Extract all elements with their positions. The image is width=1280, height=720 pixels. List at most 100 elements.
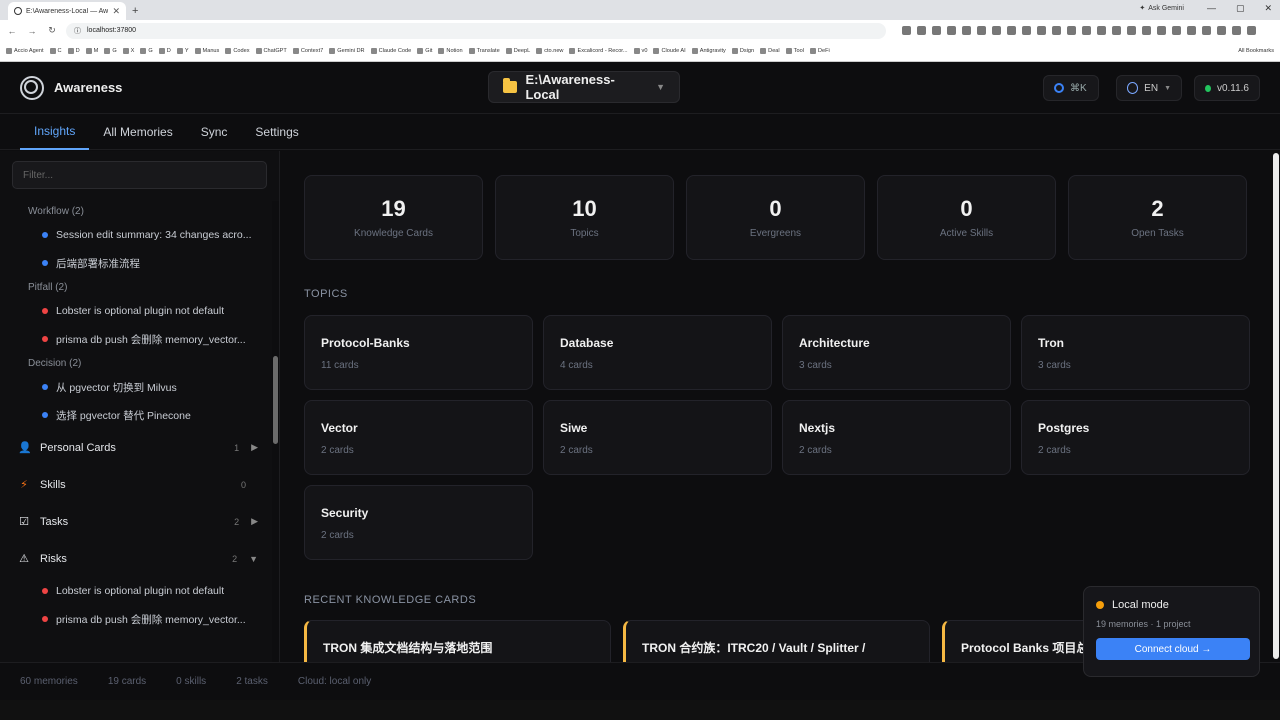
bookmark-item[interactable]: v0 [633,48,647,54]
bookmark-item[interactable]: Notion [438,48,463,54]
topic-card[interactable]: Nextjs 2 cards [782,400,1011,475]
bookmark-item[interactable]: Deal [760,48,780,54]
bookmark-item[interactable]: G [104,48,117,54]
group-label[interactable]: Workflow (2) [0,201,272,221]
sidebar-section-tasks[interactable]: ☑ Tasks 2 ▶ [0,503,272,540]
list-item[interactable]: Lobster is optional plugin not default [0,297,272,325]
site-info-icon[interactable]: ⓘ [74,26,81,36]
close-window-icon[interactable]: ✕ [1264,3,1272,14]
bookmark-item[interactable]: Manus [194,48,219,54]
search-button[interactable]: ⌘K [1043,75,1099,101]
bookmark-item[interactable]: Excalicord - Recor... [569,48,628,54]
bookmark-item[interactable]: Translate [468,48,500,54]
chevron-right-icon[interactable]: ▶ [251,516,258,527]
chevron-down-icon[interactable]: ▼ [249,554,258,564]
forward-icon[interactable]: → [26,26,38,36]
knowledge-card[interactable]: TRON 合约族：ITRC20 / Vault / Splitter / [623,620,930,662]
bookmark-item[interactable]: DeFi [809,48,830,54]
extension-icon[interactable] [902,26,911,35]
sidebar-section-risks[interactable]: ⚠ Risks 2 ▼ [0,540,272,577]
group-label[interactable]: Decision (2) [0,353,272,373]
topic-card[interactable]: Database 4 cards [543,315,772,390]
bookmark-item[interactable]: Codex [225,48,250,54]
extension-icon[interactable] [1022,26,1031,35]
all-bookmarks-button[interactable]: All Bookmarks [1238,48,1274,54]
bookmark-item[interactable]: Dsign [731,48,754,54]
topic-card[interactable]: Siwe 2 cards [543,400,772,475]
extension-icon[interactable] [1187,26,1196,35]
bookmark-item[interactable]: Gemini DR [329,48,365,54]
extension-icon[interactable] [992,26,1001,35]
extension-icon[interactable] [1202,26,1211,35]
bookmark-item[interactable]: Claude Code [370,48,411,54]
close-tab-icon[interactable]: ✕ [112,6,120,17]
stat-card[interactable]: 0 Evergreens [686,175,865,260]
sidebar-section-skills[interactable]: ⚡ Skills 0 [0,466,272,503]
topic-card[interactable]: Vector 2 cards [304,400,533,475]
list-item[interactable]: prisma db push 会删除 memory_vector... [0,325,272,353]
back-icon[interactable]: ← [6,26,18,36]
new-tab-button[interactable]: + [132,5,138,17]
bookmark-item[interactable]: Context7 [292,48,323,54]
reload-icon[interactable]: ↻ [46,25,58,36]
extension-icon[interactable] [1172,26,1181,35]
connect-cloud-button[interactable]: Connect cloud → [1096,638,1250,660]
extension-icon[interactable] [1082,26,1091,35]
project-folder-selector[interactable]: E:\Awareness-Local ▼ [488,71,680,103]
filter-input[interactable] [12,161,267,189]
maximize-icon[interactable]: ▢ [1236,3,1245,14]
list-item[interactable]: 从 pgvector 切换到 Milvus [0,373,272,401]
chevron-right-icon[interactable]: ▶ [251,442,258,453]
topic-card[interactable]: Security 2 cards [304,485,533,560]
extension-icon[interactable] [917,26,926,35]
topic-card[interactable]: Postgres 2 cards [1021,400,1250,475]
version-badge[interactable]: v0.11.6 [1194,75,1260,101]
list-item[interactable]: 选择 pgvector 替代 Pinecone [0,401,272,429]
extension-icon[interactable] [1232,26,1241,35]
browser-tab[interactable]: E:\Awareness-Local — Aware ✕ [8,2,126,20]
stat-card[interactable]: 0 Active Skills [877,175,1056,260]
main-scrollbar[interactable] [1272,151,1280,662]
bookmark-item[interactable]: C [49,48,62,54]
extension-icon[interactable] [1217,26,1226,35]
stat-card[interactable]: 2 Open Tasks [1068,175,1247,260]
bookmark-item[interactable]: Accio Agent [6,48,44,54]
bookmark-item[interactable]: cto.new [536,48,563,54]
extension-icon[interactable] [1112,26,1121,35]
sidebar-scroll-thumb[interactable] [273,356,278,444]
extension-icon[interactable] [1007,26,1016,35]
language-selector[interactable]: EN ▼ [1116,75,1182,101]
bookmark-item[interactable]: D [158,48,171,54]
tab-sync[interactable]: Sync [187,114,242,150]
extension-icon[interactable] [1097,26,1106,35]
bookmark-item[interactable]: M [85,48,98,54]
bookmark-item[interactable]: Cloude AI [653,48,686,54]
list-item[interactable]: prisma db push 会删除 memory_vector... [0,605,272,633]
knowledge-card[interactable]: TRON 集成文档结构与落地范围 [304,620,611,662]
extension-icon[interactable] [1037,26,1046,35]
extension-icon[interactable] [1067,26,1076,35]
topic-card[interactable]: Architecture 3 cards [782,315,1011,390]
extension-icon[interactable] [1127,26,1136,35]
minimize-icon[interactable]: — [1207,3,1216,14]
tab-all-memories[interactable]: All Memories [89,114,186,150]
extension-icon[interactable] [1247,26,1256,35]
extension-icon[interactable] [932,26,941,35]
stat-card[interactable]: 19 Knowledge Cards [304,175,483,260]
address-bar[interactable]: ⓘ localhost:37800 [66,22,886,39]
bookmark-item[interactable]: X [122,48,134,54]
bookmark-item[interactable]: G [140,48,153,54]
ask-gemini-button[interactable]: ✦ Ask Gemini [1139,4,1184,13]
extension-icon[interactable] [977,26,986,35]
list-item[interactable]: 后端部署标准流程 [0,249,272,277]
bookmark-item[interactable]: DeepL [505,48,530,54]
tab-settings[interactable]: Settings [241,114,312,150]
sidebar-section-personal-cards[interactable]: 👤 Personal Cards 1 ▶ [0,429,272,466]
stat-card[interactable]: 10 Topics [495,175,674,260]
tab-insights[interactable]: Insights [20,114,90,150]
main-scroll-thumb[interactable] [1273,153,1279,659]
bookmark-item[interactable]: Y [176,48,189,54]
extension-icon[interactable] [962,26,971,35]
group-label[interactable]: Pitfall (2) [0,277,272,297]
list-item[interactable]: Session edit summary: 34 changes acro... [0,221,272,249]
